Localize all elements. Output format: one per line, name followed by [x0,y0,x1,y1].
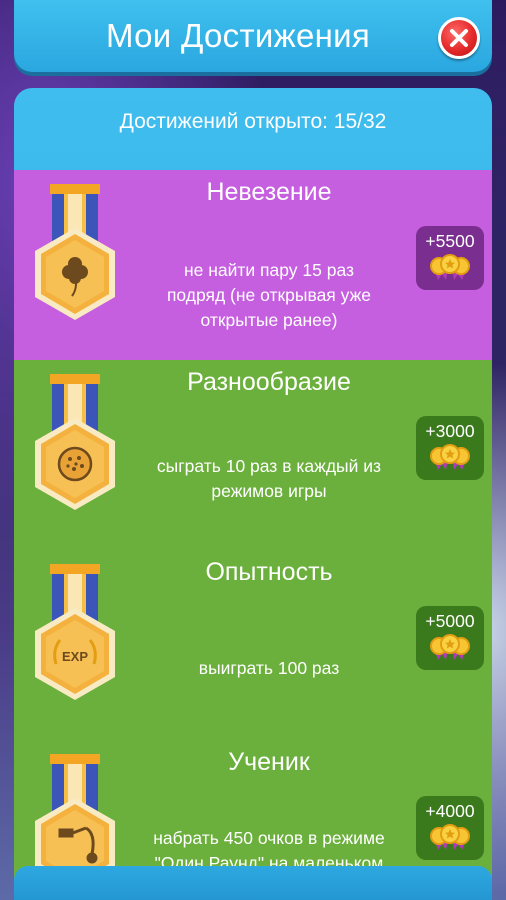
achievement-title: Разнообразие [187,368,351,396]
achievement-card: Разнообразие сыграть 10 раз в каждый из … [14,360,492,550]
reward-value: +5000 [425,611,475,631]
medal-icon [30,184,120,344]
achievement-card: EXP Опытность выиграть 100 раз +5000 [14,550,492,740]
reward-value: +4000 [425,801,475,821]
coins-icon [428,824,472,850]
reward-badge: +3000 [416,416,484,480]
achievement-card: Невезение не найти пару 15 раз подряд (н… [14,170,492,360]
reward-value: +5500 [425,231,475,251]
reward-value: +3000 [425,421,475,441]
achievement-description: выиграть 100 раз [198,658,340,678]
coins-icon [428,444,472,470]
header-bar: Мои Достижения [14,0,492,72]
coins-icon [428,634,472,660]
achievement-title: Ученик [228,748,310,776]
medal-icon: EXP [30,564,120,724]
achievements-counter: Достижений открыто: 15/32 [119,110,387,133]
achievement-title: Опытность [205,558,333,586]
coins-icon [428,254,472,280]
achievement-title: Невезение [206,178,332,206]
reward-badge: +4000 [416,796,484,860]
achievement-description: сыграть 10 раз в каждый из режимов игры [156,456,382,501]
bottom-bar [14,866,492,900]
achievement-description: не найти пару 15 раз подряд (не открывая… [166,260,372,330]
page-title: Мои Достижения [105,17,371,54]
close-button[interactable] [438,17,480,59]
medal-icon [30,374,120,534]
close-icon [450,29,468,47]
reward-badge: +5000 [416,606,484,670]
achievements-panel[interactable]: Достижений открыто: 15/32 Невезение не н… [14,88,492,900]
exp-label: EXP [62,649,88,664]
reward-badge: +5500 [416,226,484,290]
cookie-icon [57,446,93,482]
